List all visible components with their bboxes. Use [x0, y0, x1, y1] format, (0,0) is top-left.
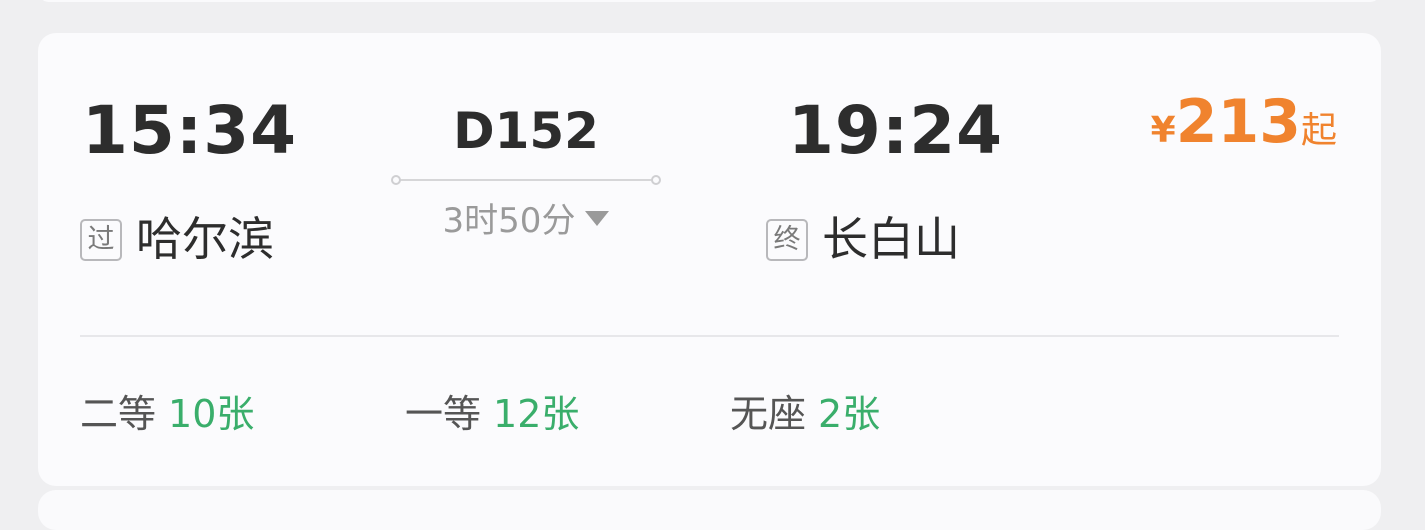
- divider: [80, 335, 1339, 337]
- caret-down-icon: [585, 211, 610, 226]
- seat-availability-no-seat: 无座 2张: [730, 395, 880, 433]
- departure-time: 15:34: [82, 92, 298, 169]
- train-number: D152: [453, 102, 599, 160]
- seat-count: 10张: [168, 392, 255, 436]
- price: ¥213起: [1151, 92, 1337, 152]
- duration-text: 3时50分: [442, 201, 576, 241]
- seat-count: 12张: [493, 392, 580, 436]
- seat-count: 2张: [818, 392, 881, 436]
- departure-station: 哈尔滨: [136, 212, 274, 266]
- price-currency: ¥: [1150, 110, 1176, 151]
- seat-availability-second-class: 二等 10张: [80, 395, 254, 433]
- pass-through-badge: 过: [80, 219, 122, 261]
- price-suffix: 起: [1300, 110, 1337, 151]
- next-train-card[interactable]: [38, 490, 1381, 530]
- seat-class-label: 二等: [80, 392, 157, 436]
- route-end-dot: [651, 175, 661, 185]
- arrival-time: 19:24: [788, 92, 1004, 169]
- seat-availability-first-class: 一等 12张: [405, 395, 579, 433]
- route-line: [396, 179, 656, 181]
- seat-class-label: 一等: [405, 392, 482, 436]
- terminal-badge: 终: [766, 219, 808, 261]
- seat-class-label: 无座: [730, 392, 807, 436]
- arrival-station: 长白山: [822, 212, 960, 266]
- duration-toggle[interactable]: 3时50分: [393, 204, 659, 238]
- price-amount: 213: [1175, 87, 1301, 157]
- route-start-dot: [391, 175, 401, 185]
- previous-train-card[interactable]: [38, 0, 1381, 2]
